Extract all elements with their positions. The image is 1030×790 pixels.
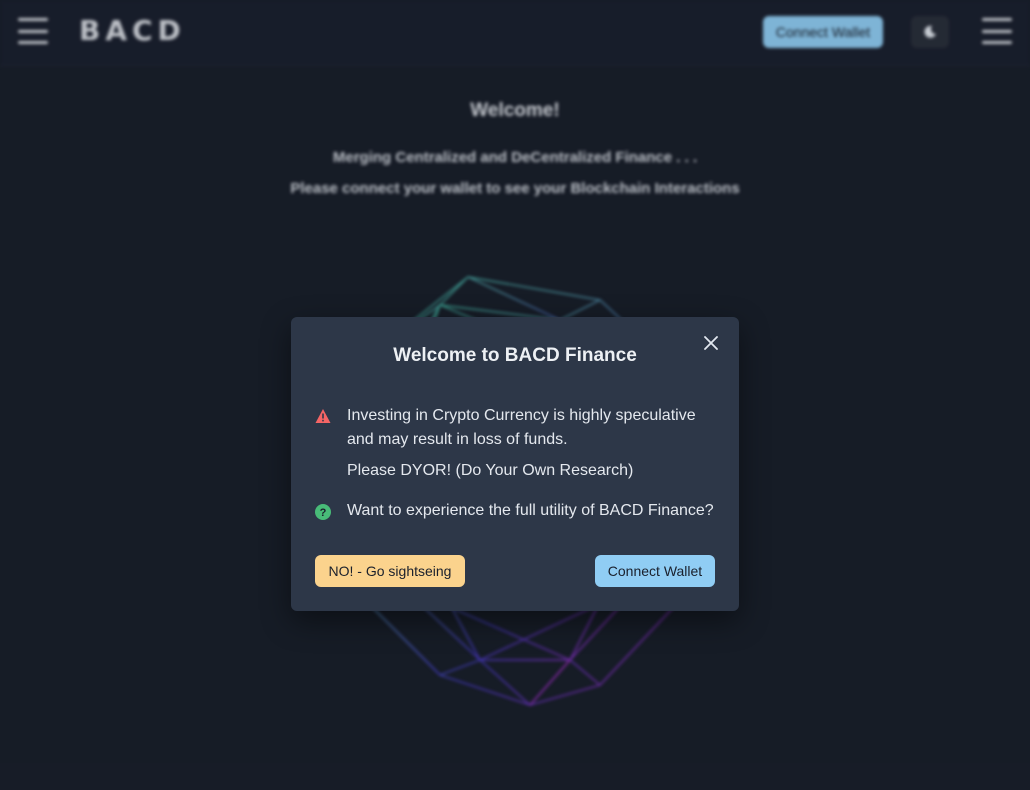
dyor-text: Please DYOR! (Do Your Own Research) bbox=[347, 462, 634, 479]
utility-question-text: Want to experience the full utility of B… bbox=[347, 502, 714, 519]
warning-icon bbox=[315, 409, 331, 423]
welcome-modal: Welcome to BACD Finance Investing in Cry… bbox=[291, 317, 739, 611]
close-button[interactable] bbox=[699, 331, 723, 355]
risk-warning-text: Investing in Crypto Currency is highly s… bbox=[347, 407, 696, 448]
go-sightseeing-button[interactable]: NO! - Go sightseing bbox=[315, 555, 465, 587]
connect-wallet-button[interactable]: Connect Wallet bbox=[595, 555, 715, 587]
svg-text:?: ? bbox=[320, 507, 327, 519]
close-icon bbox=[704, 336, 718, 350]
question-icon: ? bbox=[315, 504, 331, 520]
modal-title: Welcome to BACD Finance bbox=[393, 345, 637, 366]
